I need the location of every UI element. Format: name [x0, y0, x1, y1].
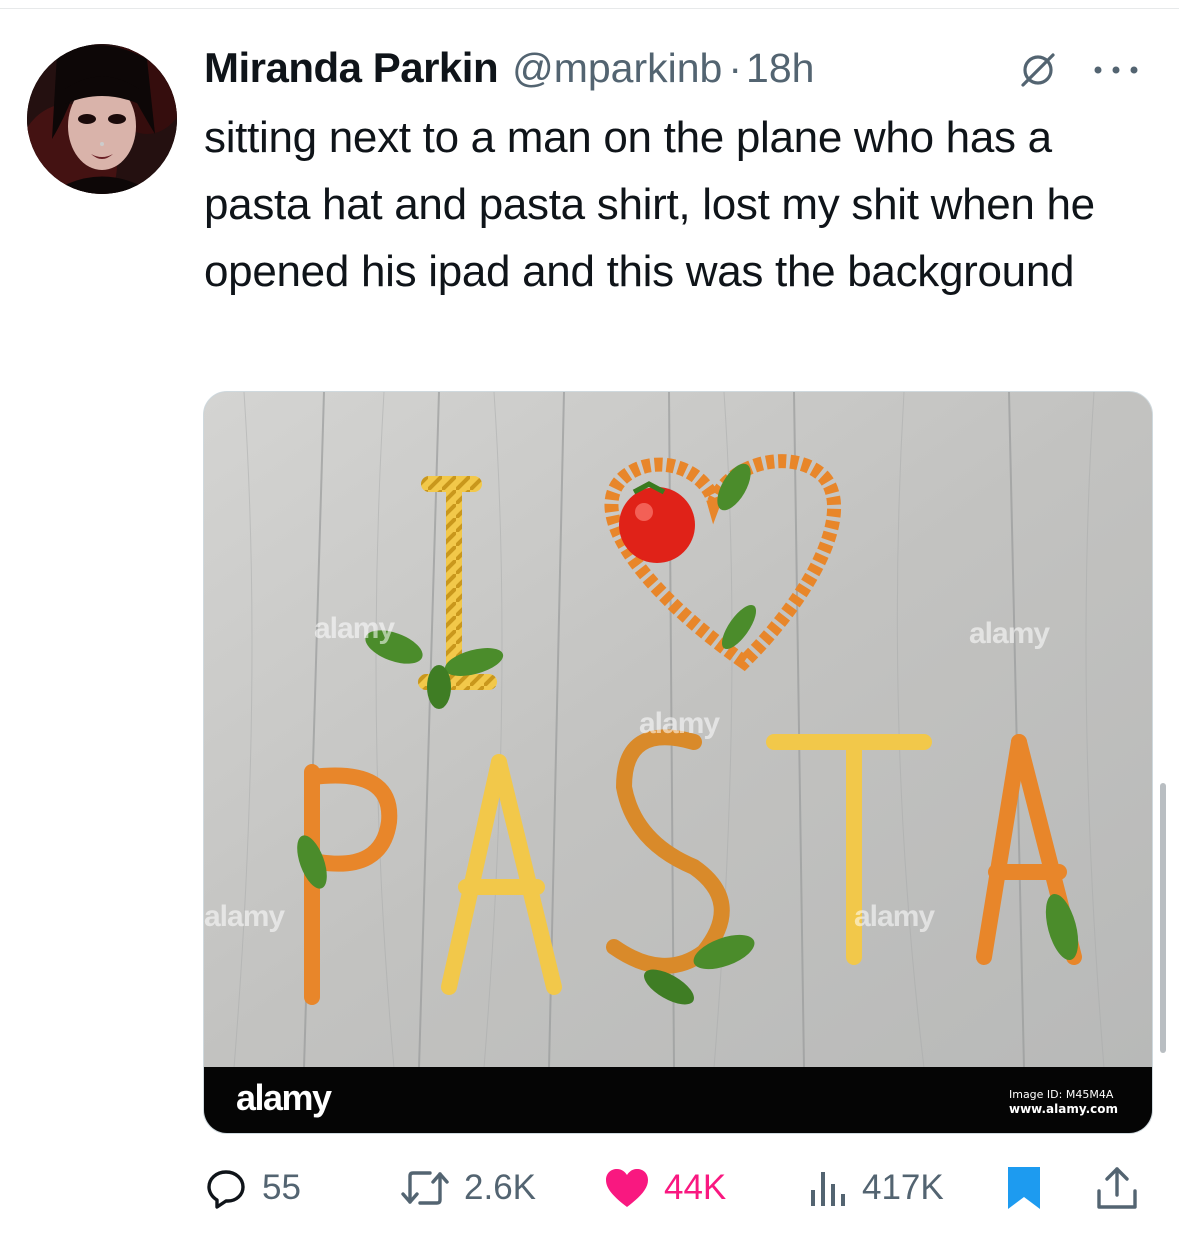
more-options-icon[interactable]: [1088, 60, 1144, 80]
retweet-count: 2.6K: [464, 1168, 536, 1207]
scrollbar[interactable]: [1160, 783, 1166, 1053]
alamy-banner: alamy Image ID: M45M4A www.alamy.com: [204, 1067, 1152, 1133]
like-count: 44K: [664, 1168, 727, 1207]
watermark-text: alamy: [639, 707, 720, 740]
views-count: 417K: [862, 1168, 944, 1207]
heart-icon: [606, 1169, 648, 1207]
top-divider: [0, 8, 1179, 9]
reply-count: 55: [262, 1168, 301, 1207]
image-id: Image ID: M45M4A: [1008, 1088, 1114, 1101]
muted-notifications-icon: [1018, 50, 1058, 90]
retweet-icon: [401, 1171, 449, 1205]
tweet-time[interactable]: 18h: [746, 45, 814, 92]
alamy-url: www.alamy.com: [1008, 1102, 1118, 1116]
alamy-logo: alamy: [236, 1077, 332, 1118]
author-handle[interactable]: @mparkinb: [512, 45, 722, 92]
reply-button[interactable]: 55: [204, 1158, 301, 1218]
share-button[interactable]: [1095, 1158, 1139, 1218]
watermark-text: alamy: [969, 617, 1050, 650]
tweet-header: Miranda Parkin @mparkinb · 18h: [204, 40, 814, 96]
watermark-text: alamy: [204, 900, 285, 933]
share-icon: [1097, 1167, 1137, 1209]
like-button[interactable]: 44K: [604, 1158, 726, 1218]
bookmark-icon: [1008, 1167, 1040, 1209]
watermark-text: alamy: [854, 900, 935, 933]
alamy-info: Image ID: M45M4A www.alamy.com: [1009, 1087, 1118, 1117]
author-name[interactable]: Miranda Parkin: [204, 44, 499, 92]
watermark-text: alamy: [314, 612, 395, 645]
tweet-media-image[interactable]: alamy alamy alamy alamy alamy alamy Imag…: [203, 391, 1153, 1134]
retweet-button[interactable]: 2.6K: [400, 1158, 536, 1218]
bookmark-button[interactable]: [1004, 1158, 1044, 1218]
avatar[interactable]: [27, 44, 177, 194]
avatar-image: [27, 44, 177, 194]
tweet-actions: 55 2.6K 44K 417K: [0, 1158, 1179, 1218]
reply-icon: [207, 1170, 245, 1209]
meta-separator: ·: [728, 44, 743, 91]
views-chart-icon: [811, 1172, 845, 1206]
views-button[interactable]: 417K: [808, 1158, 944, 1218]
tweet-text: sitting next to a man on the plane who h…: [204, 113, 1095, 296]
